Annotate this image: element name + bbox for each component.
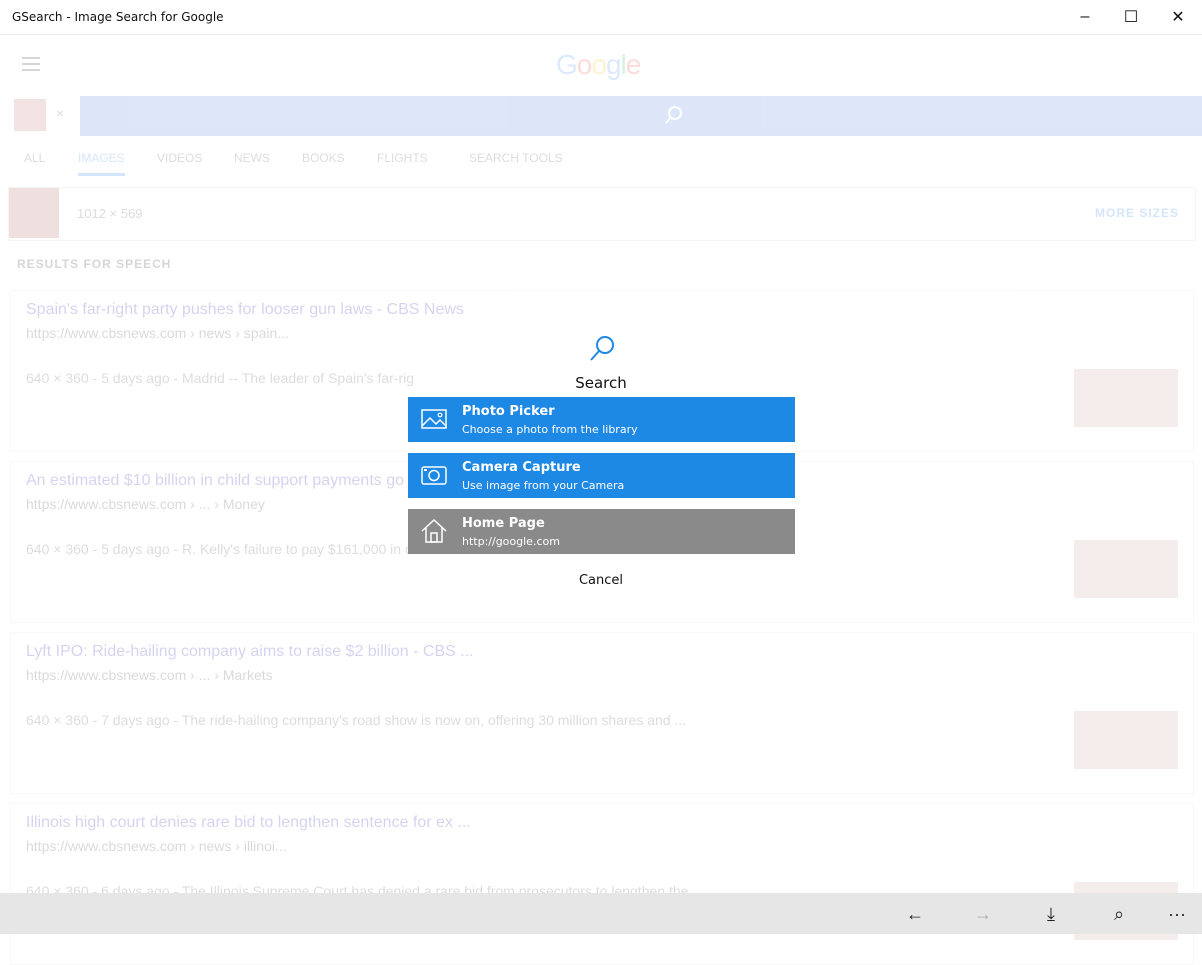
tab-search-tools[interactable]: SEARCH TOOLS — [469, 151, 563, 165]
result-description: 640 × 360 - 5 days ago - R. Kelly's fail… — [26, 541, 412, 557]
search-icon[interactable] — [664, 105, 684, 125]
tab-videos[interactable]: VIDEOS — [157, 151, 202, 165]
result-thumbnail[interactable] — [1074, 711, 1178, 769]
source-image-thumbnail — [9, 188, 59, 238]
result-url: https://www.cbsnews.com › news › spain..… — [26, 325, 289, 341]
option-subtitle: Choose a photo from the library — [462, 423, 638, 436]
result-title[interactable]: Lyft IPO: Ride-hailing company aims to r… — [26, 643, 474, 661]
back-arrow-icon[interactable]: ← — [900, 899, 930, 929]
cancel-button[interactable]: Cancel — [0, 573, 1202, 588]
camera-icon — [421, 466, 447, 485]
tab-images[interactable]: IMAGES — [78, 151, 125, 176]
image-dimensions: 1012 × 569 — [77, 206, 143, 221]
search-bar[interactable] — [80, 96, 1202, 136]
tab-news[interactable]: NEWS — [234, 151, 270, 165]
result-url: https://www.cbsnews.com › ... › Money — [26, 496, 265, 512]
tab-books[interactable]: BOOKS — [302, 151, 345, 165]
home-page-button[interactable]: Home Page http://google.com — [408, 509, 795, 554]
results-heading: RESULTS FOR SPEECH — [17, 257, 172, 271]
image-size-bar: 1012 × 569 MORE SIZES — [8, 187, 1196, 241]
option-title: Photo Picker — [462, 404, 555, 419]
image-icon — [421, 409, 447, 429]
remove-image-icon[interactable]: × — [56, 105, 64, 121]
result-title[interactable]: Spain's far-right party pushes for loose… — [26, 301, 464, 319]
minimize-button[interactable]: – — [1062, 0, 1108, 34]
result-title[interactable]: Illinois high court denies rare bid to l… — [26, 814, 471, 832]
option-title: Camera Capture — [462, 460, 581, 475]
download-icon[interactable]: ⤓ — [1036, 899, 1066, 929]
option-subtitle: Use image from your Camera — [462, 479, 625, 492]
result-title[interactable]: An estimated $10 billion in child suppor… — [26, 472, 404, 490]
more-sizes-link[interactable]: MORE SIZES — [1095, 206, 1179, 220]
close-button[interactable]: ✕ — [1155, 0, 1201, 34]
hamburger-menu-icon[interactable] — [22, 57, 40, 75]
more-options-icon[interactable]: ··· — [1162, 899, 1192, 929]
option-subtitle: http://google.com — [462, 535, 560, 548]
search-image-thumbnail — [14, 99, 46, 131]
result-thumbnail[interactable] — [1074, 540, 1178, 598]
dialog-title: Search — [575, 374, 627, 392]
google-logo: Google — [556, 49, 641, 80]
window-title: GSearch - Image Search for Google — [12, 10, 224, 24]
maximize-button[interactable]: ☐ — [1108, 0, 1154, 34]
tab-all[interactable]: ALL — [24, 151, 45, 165]
result-url: https://www.cbsnews.com › news › illinoi… — [26, 838, 287, 854]
result-url: https://www.cbsnews.com › ... › Markets — [26, 667, 273, 683]
home-icon — [421, 518, 447, 543]
option-title: Home Page — [462, 516, 545, 531]
result-description: 640 × 360 - 7 days ago - The ride-hailin… — [26, 712, 687, 728]
tab-bar: ALL IMAGES VIDEOS NEWS BOOKS FLIGHTS SEA… — [0, 145, 1202, 176]
result-card[interactable]: Illinois high court denies rare bid to l… — [10, 803, 1194, 965]
title-bar: GSearch - Image Search for Google – ☐ ✕ — [0, 0, 1202, 35]
photo-picker-button[interactable]: Photo Picker Choose a photo from the lib… — [408, 397, 795, 442]
forward-arrow-icon[interactable]: → — [968, 899, 998, 929]
command-bar: ← → ⤓ ⌕ ··· — [0, 893, 1202, 934]
result-card[interactable]: Lyft IPO: Ride-hailing company aims to r… — [10, 632, 1194, 794]
search-icon[interactable]: ⌕ — [1104, 899, 1134, 929]
tab-flights[interactable]: FLIGHTS — [377, 151, 428, 165]
search-icon — [590, 336, 614, 361]
camera-capture-button[interactable]: Camera Capture Use image from your Camer… — [408, 453, 795, 498]
